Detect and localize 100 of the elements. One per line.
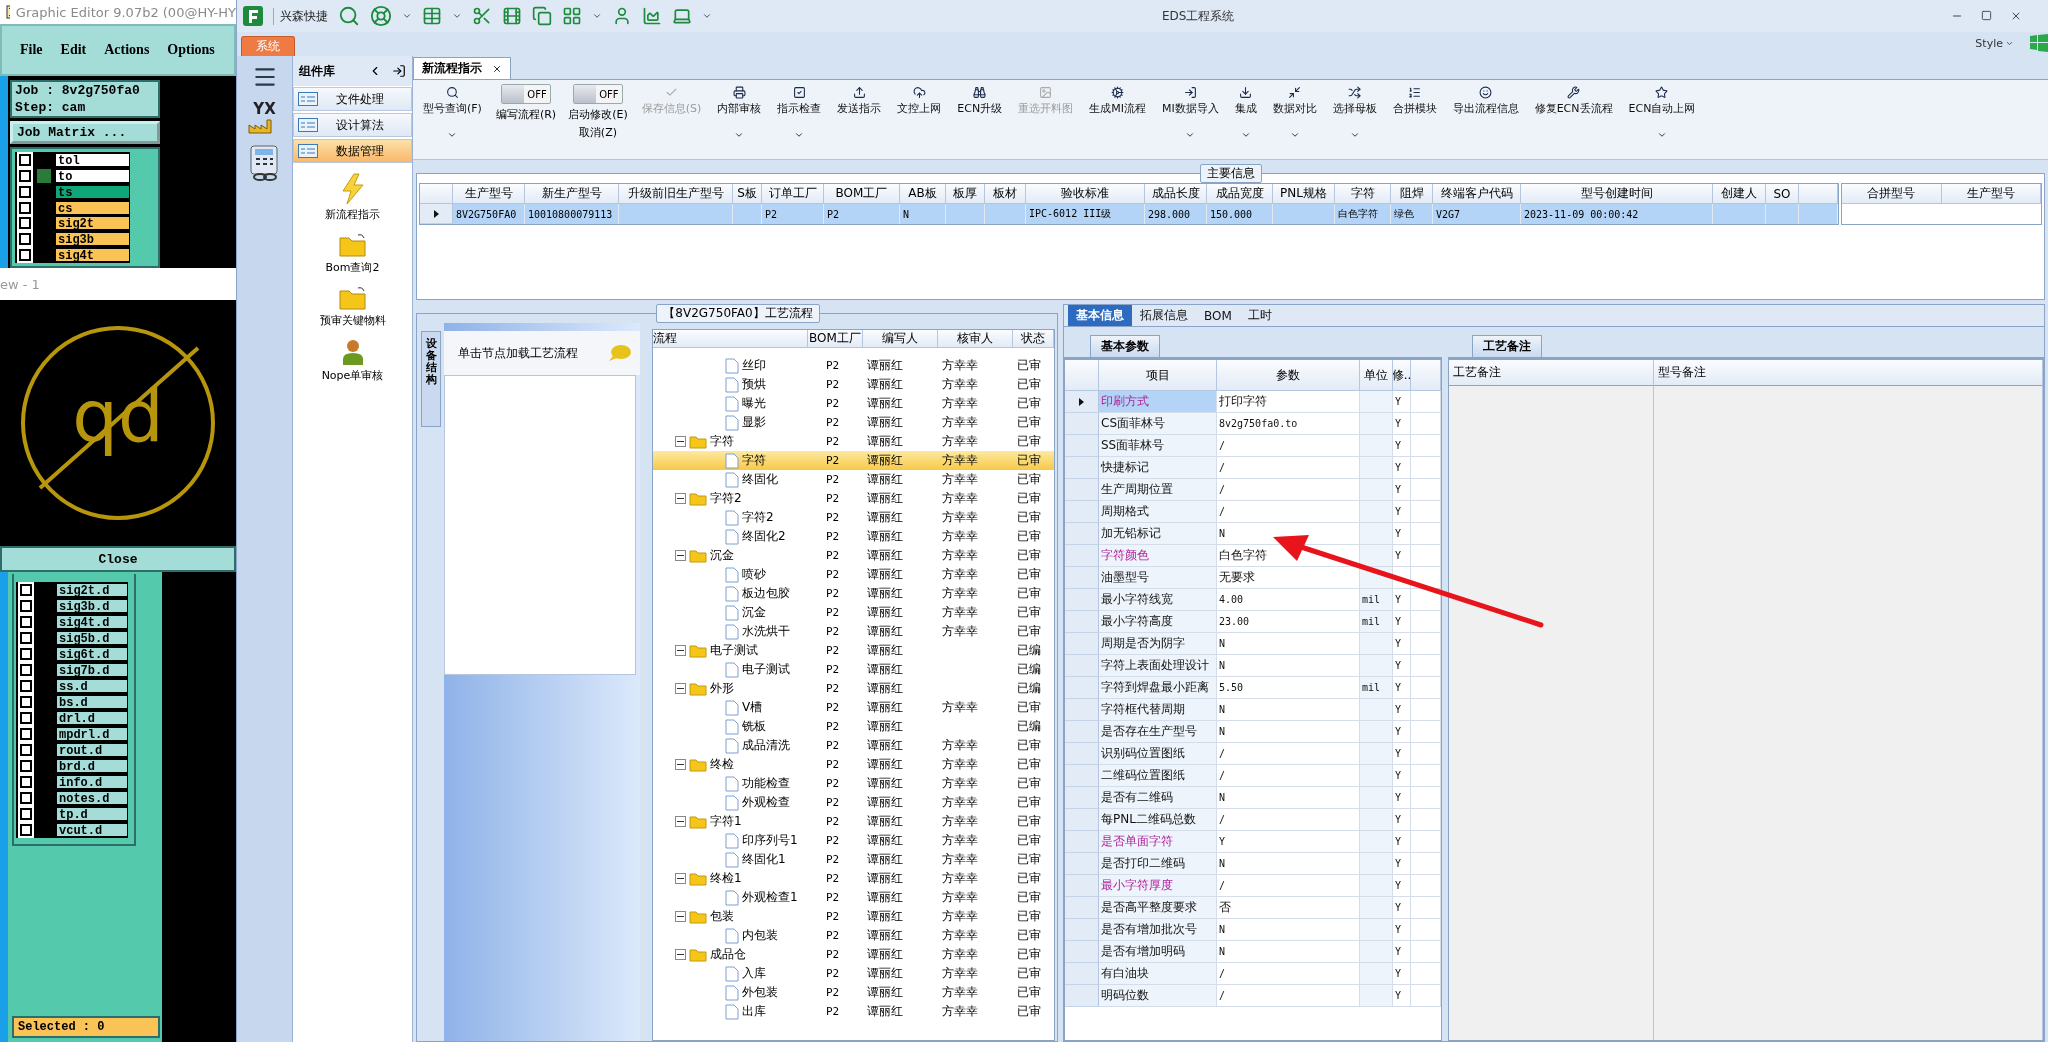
checkbox[interactable] — [19, 153, 31, 166]
toolbar-button[interactable]: 合拼模块 — [1390, 84, 1439, 118]
toolbar-button[interactable]: 导出流程信息 — [1450, 84, 1521, 118]
side-tab[interactable]: 设备结构 — [421, 331, 441, 427]
toolbar-button[interactable]: ECN升级 — [955, 84, 1005, 118]
toggle-switch[interactable]: OFF — [501, 84, 552, 104]
layer-name[interactable]: info.d — [56, 775, 128, 789]
toolbar-button[interactable]: 选择母板 — [1330, 84, 1379, 142]
column-header[interactable]: 核审人 — [938, 330, 1013, 348]
checkbox[interactable] — [20, 648, 32, 660]
tree-row[interactable]: 沉金 P2 谭丽红 方幸幸 已审 — [653, 603, 1054, 622]
layer-row[interactable]: mpdrl.d — [16, 726, 128, 742]
tree-row[interactable]: 成品清洗 P2 谭丽红 方幸幸 已审 — [653, 736, 1054, 755]
toolbar-button[interactable]: 内部审核 — [715, 84, 764, 142]
layer-row[interactable]: ss.d — [16, 678, 128, 694]
column-header[interactable]: 字符 — [1335, 184, 1391, 204]
toolbar-button[interactable]: MI数据导入 — [1159, 84, 1221, 142]
column-header[interactable]: 阻焊 — [1391, 184, 1433, 204]
tree-row[interactable]: 外包装 P2 谭丽红 方幸幸 已审 — [653, 983, 1054, 1002]
checkbox[interactable] — [20, 808, 32, 820]
tree-row[interactable]: 电子测试 P2 谭丽红 已编 — [653, 660, 1054, 679]
column-header[interactable]: 状态 — [1013, 330, 1054, 348]
component-item[interactable]: 预审关键物料 — [293, 284, 412, 329]
tab[interactable]: 基本信息 — [1068, 305, 1132, 326]
layer-name[interactable]: brd.d — [56, 759, 128, 773]
style-menu[interactable]: Style — [1975, 36, 2003, 50]
toolbar-button[interactable]: 修复ECN丢流程 — [1532, 84, 1615, 118]
layer-row[interactable]: sig3b.d — [16, 598, 128, 614]
layer-name[interactable]: to — [55, 168, 130, 183]
layer-row[interactable]: tol — [15, 152, 130, 168]
checkbox[interactable] — [20, 760, 32, 772]
tree-row[interactable]: 终固化2 P2 谭丽红 方幸幸 已审 — [653, 527, 1054, 546]
checkbox[interactable] — [20, 600, 32, 612]
column-header[interactable]: 合拼型号 — [1842, 184, 1942, 204]
tree-row[interactable]: 外观检查 P2 谭丽红 方幸幸 已审 — [653, 793, 1054, 812]
layer-row[interactable]: sig4t — [15, 247, 130, 263]
layer-name[interactable]: sig6t.d — [56, 647, 128, 661]
layer-name[interactable]: notes.d — [56, 791, 128, 805]
tree-row[interactable]: 出库 P2 谭丽红 方幸幸 已审 — [653, 1002, 1054, 1021]
tab[interactable]: BOM — [1196, 305, 1240, 326]
column-header[interactable]: 板厚 — [946, 184, 985, 204]
column-header[interactable]: BOM工厂 — [808, 330, 863, 348]
column-header[interactable]: 订单工厂 — [762, 184, 824, 204]
tab[interactable]: 工时 — [1239, 305, 1280, 326]
column-header[interactable]: 编写人 — [863, 330, 938, 348]
checkbox[interactable] — [20, 792, 32, 804]
tree-row[interactable]: 曝光 P2 谭丽红 方幸幸 已审 — [653, 394, 1054, 413]
layer-row[interactable]: notes.d — [16, 790, 128, 806]
layer-name[interactable]: tol — [55, 152, 130, 167]
expand-toggle[interactable] — [675, 550, 686, 561]
column-header[interactable]: 单位 — [1360, 360, 1393, 391]
tree-row[interactable]: 喷砂 P2 谭丽红 方幸幸 已审 — [653, 565, 1054, 584]
tree-row[interactable]: V槽 P2 谭丽红 方幸幸 已审 — [653, 698, 1054, 717]
panel-tab[interactable]: 基本参数 — [1090, 335, 1160, 357]
toolbar-button[interactable]: 生成MI流程 — [1087, 84, 1148, 118]
tree-row[interactable]: 终固化1 P2 谭丽红 方幸幸 已审 — [653, 850, 1054, 869]
close-icon[interactable] — [492, 63, 502, 74]
quick-access-label[interactable]: 兴森快捷 — [273, 7, 328, 25]
layer-row[interactable]: brd.d — [16, 758, 128, 774]
tree-row[interactable]: 外观检查1 P2 谭丽红 方幸幸 已审 — [653, 888, 1054, 907]
column-header[interactable]: BOM工厂 — [824, 184, 900, 204]
checkbox[interactable] — [20, 824, 32, 836]
sidebar-group[interactable]: 设计算法 — [293, 113, 412, 137]
layer-name[interactable]: sig2t.d — [56, 583, 128, 597]
menu-item[interactable]: Actions — [104, 42, 150, 58]
tree-row[interactable]: 字符1 P2 谭丽红 方幸幸 已审 — [653, 812, 1054, 831]
column-header[interactable]: 流程 — [653, 330, 808, 348]
column-header[interactable]: 成品宽度 — [1207, 184, 1273, 204]
expand-toggle[interactable] — [675, 949, 686, 960]
layer-name[interactable]: sig7b.d — [56, 663, 128, 677]
column-header[interactable]: 型号备注 — [1654, 360, 2043, 386]
tree-row[interactable]: 沉金 P2 谭丽红 方幸幸 已审 — [653, 546, 1054, 565]
checkbox[interactable] — [20, 696, 32, 708]
checkbox[interactable] — [19, 185, 31, 198]
layer-name[interactable]: ts — [55, 184, 130, 199]
menu-item[interactable]: File — [20, 42, 43, 58]
expand-toggle[interactable] — [675, 645, 686, 656]
layer-row[interactable]: info.d — [16, 774, 128, 790]
checkbox[interactable] — [19, 249, 31, 262]
toggle-switch[interactable]: OFF — [572, 84, 623, 104]
expand-toggle[interactable] — [675, 816, 686, 827]
layer-name[interactable]: sig5b.d — [56, 631, 128, 645]
expand-toggle[interactable] — [675, 759, 686, 770]
tree-row[interactable]: 终检 P2 谭丽红 方幸幸 已审 — [653, 755, 1054, 774]
tree-row[interactable]: 板边包胶 P2 谭丽红 方幸幸 已审 — [653, 584, 1054, 603]
column-header[interactable]: 工艺备注 — [1449, 360, 1654, 386]
tree-row[interactable]: 成品仓 P2 谭丽红 方幸幸 已审 — [653, 945, 1054, 964]
layer-row[interactable]: sig5b.d — [16, 630, 128, 646]
layer-name[interactable]: drl.d — [56, 711, 128, 725]
layer-row[interactable]: sig4t.d — [16, 614, 128, 630]
tree-row[interactable]: 功能检查 P2 谭丽红 方幸幸 已审 — [653, 774, 1054, 793]
column-header[interactable]: 生产型号 — [453, 184, 525, 204]
document-tab[interactable]: 新流程指示 — [413, 57, 511, 79]
factory-logo[interactable]: YX — [247, 100, 282, 134]
tree-row[interactable]: 水洗烘干 P2 谭丽红 方幸幸 已审 — [653, 622, 1054, 641]
column-header[interactable]: 创建人 — [1713, 184, 1766, 204]
menu-item[interactable]: Edit — [60, 42, 87, 58]
tree-row[interactable]: 终检1 P2 谭丽红 方幸幸 已审 — [653, 869, 1054, 888]
expand-toggle[interactable] — [675, 683, 686, 694]
tree-row[interactable]: 字符 P2 谭丽红 方幸幸 已审 — [653, 451, 1054, 470]
